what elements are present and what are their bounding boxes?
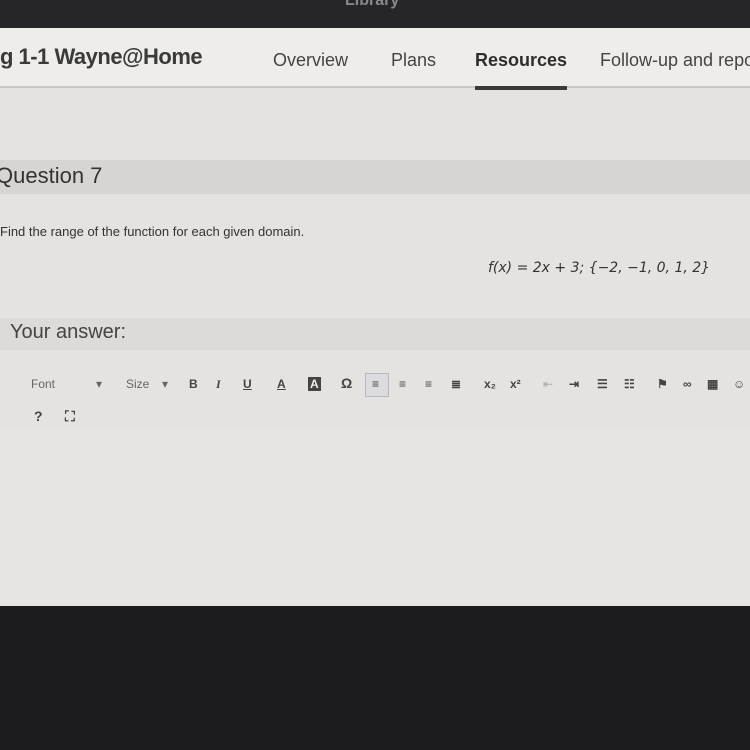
- subscript-button[interactable]: x₂: [484, 377, 496, 391]
- indent-icon[interactable]: ⇥: [569, 377, 579, 391]
- underline-button[interactable]: U: [243, 377, 252, 391]
- smiley-icon[interactable]: ☺: [733, 377, 745, 391]
- numbered-list-icon[interactable]: ☰: [597, 377, 608, 391]
- align-center-icon[interactable]: ≡: [399, 377, 406, 391]
- align-left-icon[interactable]: ≡: [372, 377, 379, 391]
- flag-icon[interactable]: ⚑: [657, 377, 668, 391]
- bg-color-button[interactable]: A: [308, 377, 321, 391]
- help-button[interactable]: ?: [34, 408, 43, 424]
- justify-icon[interactable]: ≣: [451, 377, 461, 391]
- italic-button[interactable]: I: [216, 377, 221, 392]
- chevron-down-icon[interactable]: ▾: [162, 377, 168, 391]
- tab-resources[interactable]: Resources: [475, 50, 568, 90]
- question-prompt: Find the range of the function for each …: [0, 224, 305, 239]
- tab-overview[interactable]: Overview: [273, 50, 348, 71]
- tab-plans[interactable]: Plans: [391, 50, 436, 71]
- text-color-button[interactable]: A: [277, 377, 286, 391]
- size-select[interactable]: Size: [126, 377, 149, 391]
- question-header: [0, 160, 750, 194]
- link-icon[interactable]: ∞: [683, 377, 692, 391]
- question-formula: f(x) = 2x + 3; {−2, −1, 0, 1, 2}: [488, 260, 711, 276]
- page: g 1-1 Wayne@Home Overview Plans Resource…: [0, 28, 750, 606]
- bold-button[interactable]: B: [189, 377, 198, 391]
- bullet-list-icon[interactable]: ☷: [624, 377, 635, 391]
- nav-item-library[interactable]: Library: [345, 0, 399, 10]
- font-select[interactable]: Font: [31, 377, 55, 391]
- course-header: g 1-1 Wayne@Home Overview Plans Resource…: [0, 28, 750, 90]
- align-right-icon[interactable]: ≡: [425, 377, 432, 391]
- editor-toolbar: Font ▾ Size ▾ B I U A A Ω ≡ ≡ ≡ ≣ x₂ x² …: [0, 373, 750, 399]
- outdent-icon[interactable]: ⇤: [543, 377, 553, 391]
- answer-label: Your answer:: [10, 321, 126, 343]
- special-char-button[interactable]: Ω: [341, 375, 352, 391]
- superscript-button[interactable]: x²: [510, 377, 521, 391]
- course-title: g 1-1 Wayne@Home: [0, 44, 203, 69]
- maximize-button[interactable]: ⛶: [65, 408, 75, 425]
- chevron-down-icon[interactable]: ▾: [96, 377, 102, 391]
- table-icon[interactable]: ▦: [707, 377, 718, 391]
- question-title: Question 7: [0, 163, 103, 188]
- tab-follow-up[interactable]: Follow-up and repo: [600, 50, 750, 71]
- answer-editor[interactable]: [0, 428, 750, 606]
